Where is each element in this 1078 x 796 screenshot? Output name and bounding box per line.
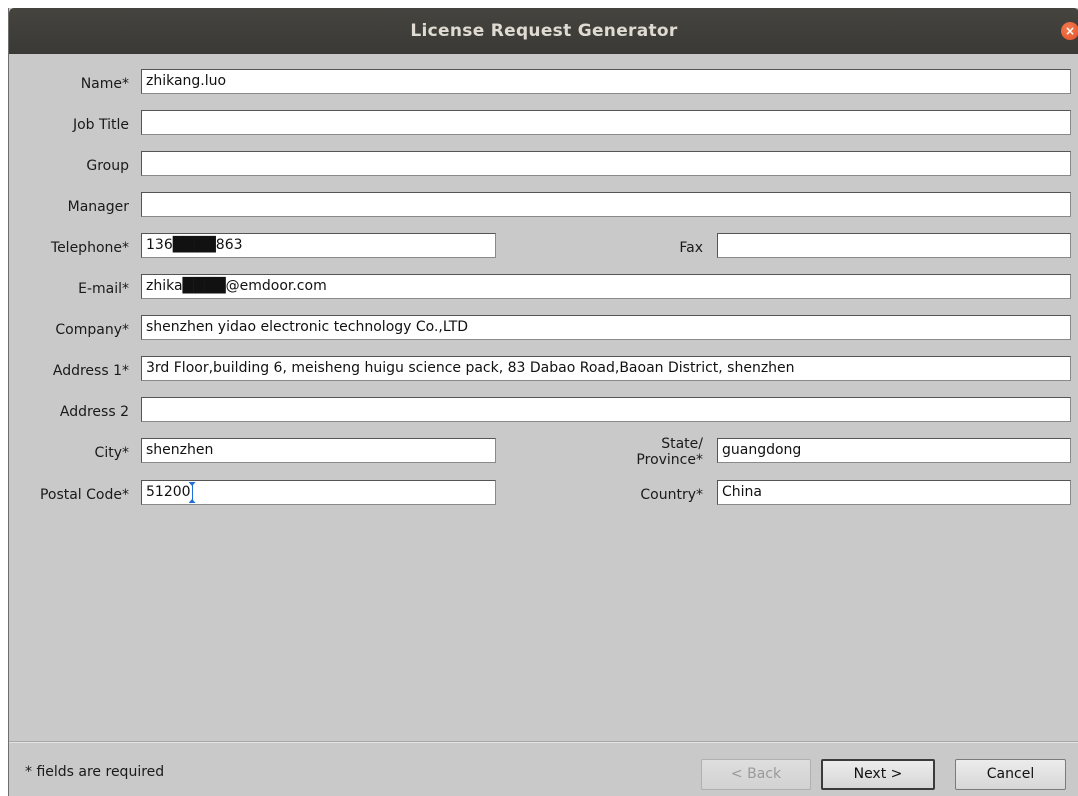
email-field[interactable]: zhika████@emdoor.com <box>141 274 1071 299</box>
state-province-label: State/ Province* <box>636 436 703 468</box>
next-button[interactable]: Next > <box>821 759 935 790</box>
company-field[interactable]: shenzhen yidao electronic technology Co.… <box>141 315 1071 340</box>
close-icon[interactable]: × <box>1061 22 1078 40</box>
footer-separator <box>9 741 1078 743</box>
name-label: Name* <box>80 76 129 92</box>
text-cursor <box>191 484 193 500</box>
postal-code-value: 51200 <box>146 484 191 500</box>
required-fields-note: * fields are required <box>25 764 165 780</box>
license-request-window: License Request Generator × Name* zhikan… <box>8 8 1078 796</box>
state-label-line2: Province* <box>636 452 703 468</box>
telephone-label: Telephone* <box>50 240 129 256</box>
address2-label: Address 2 <box>59 404 129 420</box>
postal-code-field[interactable]: 51200 <box>141 480 496 505</box>
fax-field[interactable] <box>717 233 1071 258</box>
back-button[interactable]: < Back <box>701 759 811 790</box>
address1-label: Address 1* <box>52 363 129 379</box>
group-label: Group <box>86 158 129 174</box>
country-field[interactable]: China <box>717 480 1071 505</box>
fax-label: Fax <box>679 240 703 256</box>
name-field[interactable]: zhikang.luo <box>141 69 1071 94</box>
address2-field[interactable] <box>141 397 1071 422</box>
telephone-field[interactable]: 136████863 <box>141 233 496 258</box>
company-label: Company* <box>55 322 129 338</box>
email-label: E-mail* <box>78 281 129 297</box>
group-field[interactable] <box>141 151 1071 176</box>
cancel-button[interactable]: Cancel <box>955 759 1066 790</box>
city-field[interactable]: shenzhen <box>141 438 496 463</box>
country-label: Country* <box>640 487 703 503</box>
address1-field[interactable]: 3rd Floor,building 6, meisheng huigu sci… <box>141 356 1071 381</box>
city-label: City* <box>94 445 129 461</box>
manager-label: Manager <box>67 199 129 215</box>
title-bar[interactable]: License Request Generator × <box>9 8 1078 54</box>
window-title: License Request Generator <box>410 21 678 41</box>
state-label-line1: State/ <box>661 436 703 452</box>
manager-field[interactable] <box>141 192 1071 217</box>
postal-code-label: Postal Code* <box>39 487 129 503</box>
job-title-field[interactable] <box>141 110 1071 135</box>
state-province-field[interactable]: guangdong <box>717 438 1071 463</box>
job-title-label: Job Title <box>72 117 129 133</box>
